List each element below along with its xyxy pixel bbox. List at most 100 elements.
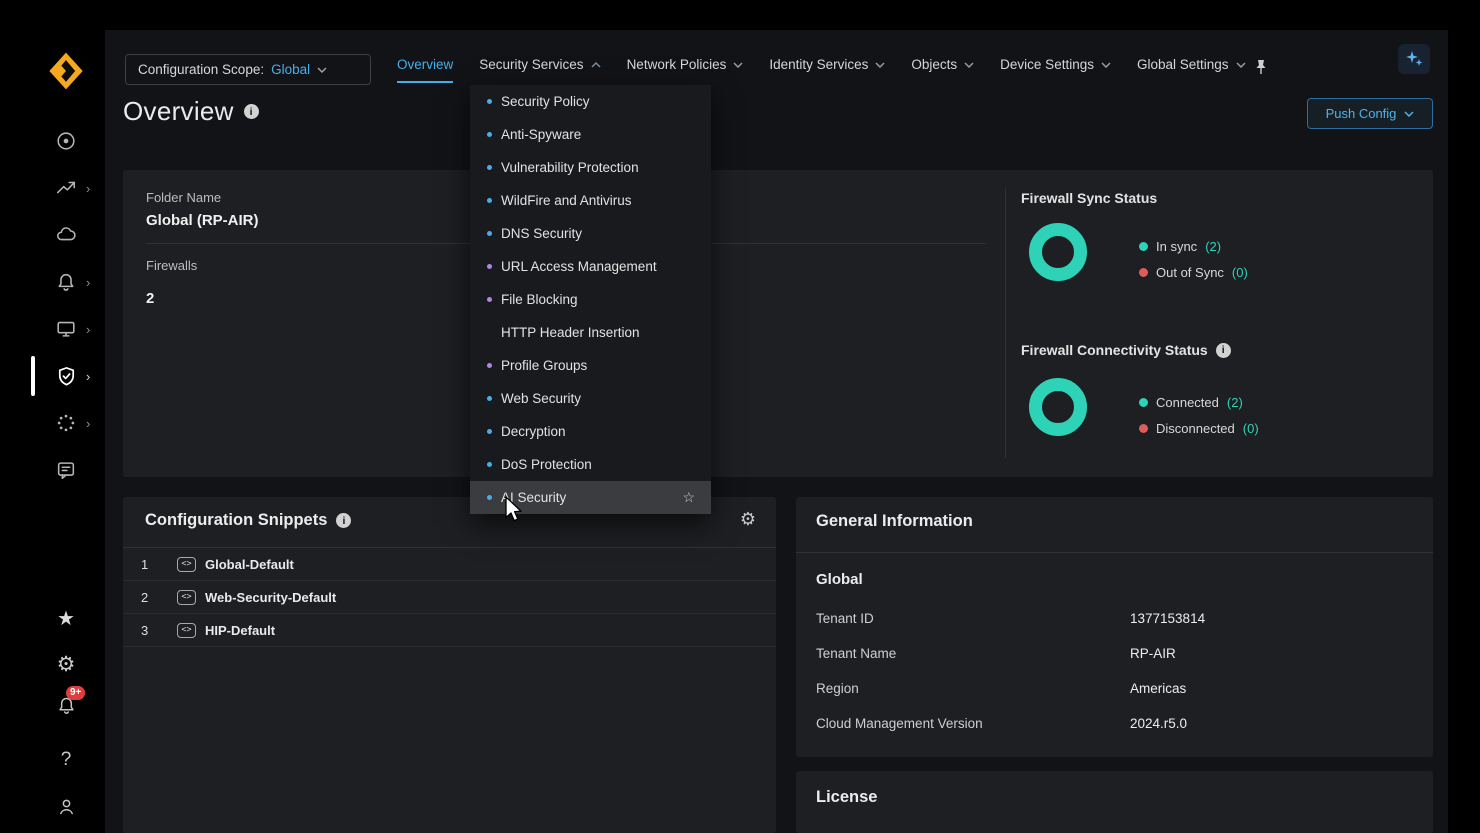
chevron-right-icon[interactable]: ›: [86, 322, 96, 337]
info-row: Tenant ID 1377153814: [796, 601, 1433, 636]
push-config-label: Push Config: [1326, 106, 1397, 121]
bullet-icon: [487, 264, 492, 269]
info-label: Tenant Name: [796, 646, 896, 661]
info-icon[interactable]: i: [244, 104, 259, 119]
configuration-scope-selector[interactable]: Configuration Scope: Global: [125, 54, 371, 85]
favorite-star-icon[interactable]: ☆: [682, 489, 695, 506]
bullet-icon: [487, 198, 492, 203]
table-row[interactable]: 2 <> Web-Security-Default: [123, 581, 776, 614]
pin-nav-button[interactable]: [1254, 59, 1268, 80]
sidebar-item-insights[interactable]: [52, 174, 80, 202]
legend-in-sync: In sync (2): [1139, 239, 1221, 254]
firewall-connectivity-status-title: Firewall Connectivity Status i: [1021, 342, 1231, 358]
spinner-dots-icon: [55, 412, 77, 434]
menu-item-wildfire-and-antivirus[interactable]: WildFire and Antivirus: [470, 184, 711, 217]
sidebar-item-cloud[interactable]: [52, 221, 80, 249]
page-title: Overview i: [123, 96, 259, 127]
menu-item-label: Profile Groups: [501, 358, 587, 373]
palo-alto-logo[interactable]: [46, 50, 86, 92]
menu-item-anti-spyware[interactable]: Anti-Spyware: [470, 118, 711, 151]
shield-check-icon: [55, 365, 78, 388]
chevron-up-icon: [591, 62, 601, 68]
table-row[interactable]: 1 <> Global-Default: [123, 548, 776, 581]
folder-name-value: Global (RP-AIR): [146, 212, 259, 229]
sidebar-item-manage-active[interactable]: [52, 362, 80, 390]
snippet-name: Web-Security-Default: [205, 590, 336, 605]
menu-item-profile-groups[interactable]: Profile Groups: [470, 349, 711, 382]
chevron-right-icon[interactable]: ›: [86, 275, 96, 290]
in-sync-count[interactable]: (2): [1205, 239, 1221, 254]
out-of-sync-count[interactable]: (0): [1232, 265, 1248, 280]
chevron-right-icon[interactable]: ›: [86, 181, 96, 196]
table-row[interactable]: 3 <> HIP-Default: [123, 614, 776, 647]
connected-count[interactable]: (2): [1227, 395, 1243, 410]
connectivity-status-donut-chart[interactable]: [1029, 378, 1087, 436]
info-row: Region Americas: [796, 671, 1433, 706]
info-value: 1377153814: [1130, 611, 1205, 626]
menu-item-vulnerability-protection[interactable]: Vulnerability Protection: [470, 151, 711, 184]
tab-security-services[interactable]: Security Services: [479, 57, 600, 81]
menu-item-file-blocking[interactable]: File Blocking: [470, 283, 711, 316]
bullet-icon: [487, 165, 492, 170]
chevron-right-icon[interactable]: ›: [86, 369, 96, 384]
disconnected-count[interactable]: (0): [1243, 421, 1259, 436]
bullet-icon: [487, 99, 492, 104]
gear-icon: ⚙: [57, 652, 76, 677]
tab-global-settings[interactable]: Global Settings: [1137, 57, 1246, 81]
ai-copilot-button[interactable]: [1398, 44, 1430, 74]
sidebar-item-alerts[interactable]: [52, 268, 80, 296]
general-info-title-text: General Information: [816, 512, 973, 531]
general-info-rows: Tenant ID 1377153814 Tenant Name RP-AIR …: [796, 601, 1433, 741]
license-title-text: License: [816, 788, 877, 807]
scope-value: Global: [271, 62, 310, 77]
chevron-right-icon[interactable]: ›: [86, 416, 96, 431]
info-icon[interactable]: i: [1216, 343, 1231, 358]
cloud-icon: [55, 224, 77, 246]
chevron-down-icon: [733, 62, 743, 68]
sparkles-icon: [1404, 49, 1424, 69]
sidebar-item-reports[interactable]: [52, 456, 80, 484]
snippets-table: 1 <> Global-Default 2 <> Web-Security-De…: [123, 548, 776, 647]
folder-name-label: Folder Name: [146, 190, 221, 205]
menu-item-web-security[interactable]: Web Security: [470, 382, 711, 415]
divider: [1005, 188, 1006, 458]
section-title-global: Global: [816, 571, 863, 588]
chevron-down-icon: [875, 62, 885, 68]
sidebar-item-command-center[interactable]: [52, 127, 80, 155]
menu-item-dns-security[interactable]: DNS Security: [470, 217, 711, 250]
menu-item-security-policy[interactable]: Security Policy: [470, 85, 711, 118]
tab-label: Network Policies: [627, 57, 727, 72]
scope-label: Configuration Scope:: [138, 62, 264, 77]
general-info-title: General Information: [816, 512, 973, 531]
pushpin-icon: [1254, 59, 1268, 75]
red-dot-icon: [1139, 268, 1148, 277]
tab-objects[interactable]: Objects: [911, 57, 974, 81]
chevron-down-icon: [1236, 62, 1246, 68]
menu-item-decryption[interactable]: Decryption: [470, 415, 711, 448]
menu-item-http-header-insertion[interactable]: HTTP Header Insertion: [470, 316, 711, 349]
sidebar-item-help[interactable]: ?: [52, 746, 80, 774]
info-label: Tenant ID: [796, 611, 874, 626]
tab-network-policies[interactable]: Network Policies: [627, 57, 744, 81]
sync-status-donut-chart[interactable]: [1029, 223, 1087, 281]
sidebar-item-profile[interactable]: [52, 792, 80, 820]
tab-identity-services[interactable]: Identity Services: [769, 57, 885, 81]
sidebar-item-workflows[interactable]: [52, 315, 80, 343]
menu-item-ai-security[interactable]: AI Security ☆: [470, 481, 711, 514]
info-icon[interactable]: i: [336, 513, 351, 528]
gear-icon[interactable]: ⚙: [740, 509, 756, 530]
push-config-button[interactable]: Push Config: [1307, 98, 1433, 129]
palo-alto-logo-icon: [46, 50, 86, 92]
general-information-card: General Information Global Tenant ID 137…: [796, 497, 1433, 757]
tab-device-settings[interactable]: Device Settings: [1000, 57, 1111, 81]
sidebar-item-favorites[interactable]: ★: [52, 604, 80, 632]
menu-item-label: Web Security: [501, 391, 581, 406]
sidebar-item-settings-sync[interactable]: [52, 409, 80, 437]
menu-item-url-access-management[interactable]: URL Access Management: [470, 250, 711, 283]
info-value: 2024.r5.0: [1130, 716, 1187, 731]
teal-dot-icon: [1139, 242, 1148, 251]
info-label: Cloud Management Version: [796, 716, 983, 731]
menu-item-dos-protection[interactable]: DoS Protection: [470, 448, 711, 481]
tab-overview[interactable]: Overview: [397, 57, 453, 83]
sidebar-item-settings[interactable]: ⚙: [52, 650, 80, 678]
